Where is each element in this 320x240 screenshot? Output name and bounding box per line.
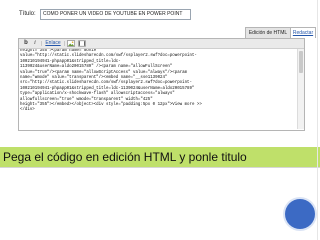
- html-code-textarea[interactable]: height="355"><param name="movie" value="h…: [19, 49, 296, 130]
- caption-text: Pega el código en edición HTML y ponle t…: [3, 150, 247, 164]
- html-editor: b i Enlace height="355"><param name="mov…: [18, 38, 305, 131]
- title-row: Título: COMO PONER UN VIDEO DE YOUTUBE E…: [18, 8, 304, 24]
- video-icon[interactable]: [78, 40, 86, 47]
- caption-bar: Pega el código en edición HTML y ponle t…: [0, 147, 320, 167]
- toolbar-divider: [64, 41, 65, 46]
- divider-line: [0, 167, 320, 168]
- title-label: Título:: [19, 11, 36, 17]
- italic-button[interactable]: i: [32, 40, 38, 47]
- slide-edge-line: [317, 0, 318, 240]
- tab-compose[interactable]: Redactar: [290, 27, 316, 38]
- decorative-circle: [285, 199, 315, 229]
- editor-toolbar: b i Enlace: [19, 39, 304, 49]
- title-input[interactable]: COMO PONER UN VIDEO DE YOUTUBE EN POWER …: [40, 9, 191, 20]
- editor-scrollbar[interactable]: [297, 49, 304, 129]
- bold-button[interactable]: b: [23, 40, 29, 47]
- toolbar-divider: [41, 41, 42, 46]
- link-button[interactable]: Enlace: [45, 40, 61, 47]
- scrollbar-thumb[interactable]: [299, 51, 303, 73]
- image-icon[interactable]: [67, 40, 75, 47]
- tab-edit-html[interactable]: Edición de HTML: [245, 27, 291, 38]
- code-line: </div>: [20, 108, 35, 113]
- blog-post-editor: Título: COMO PONER UN VIDEO DE YOUTUBE E…: [18, 8, 316, 131]
